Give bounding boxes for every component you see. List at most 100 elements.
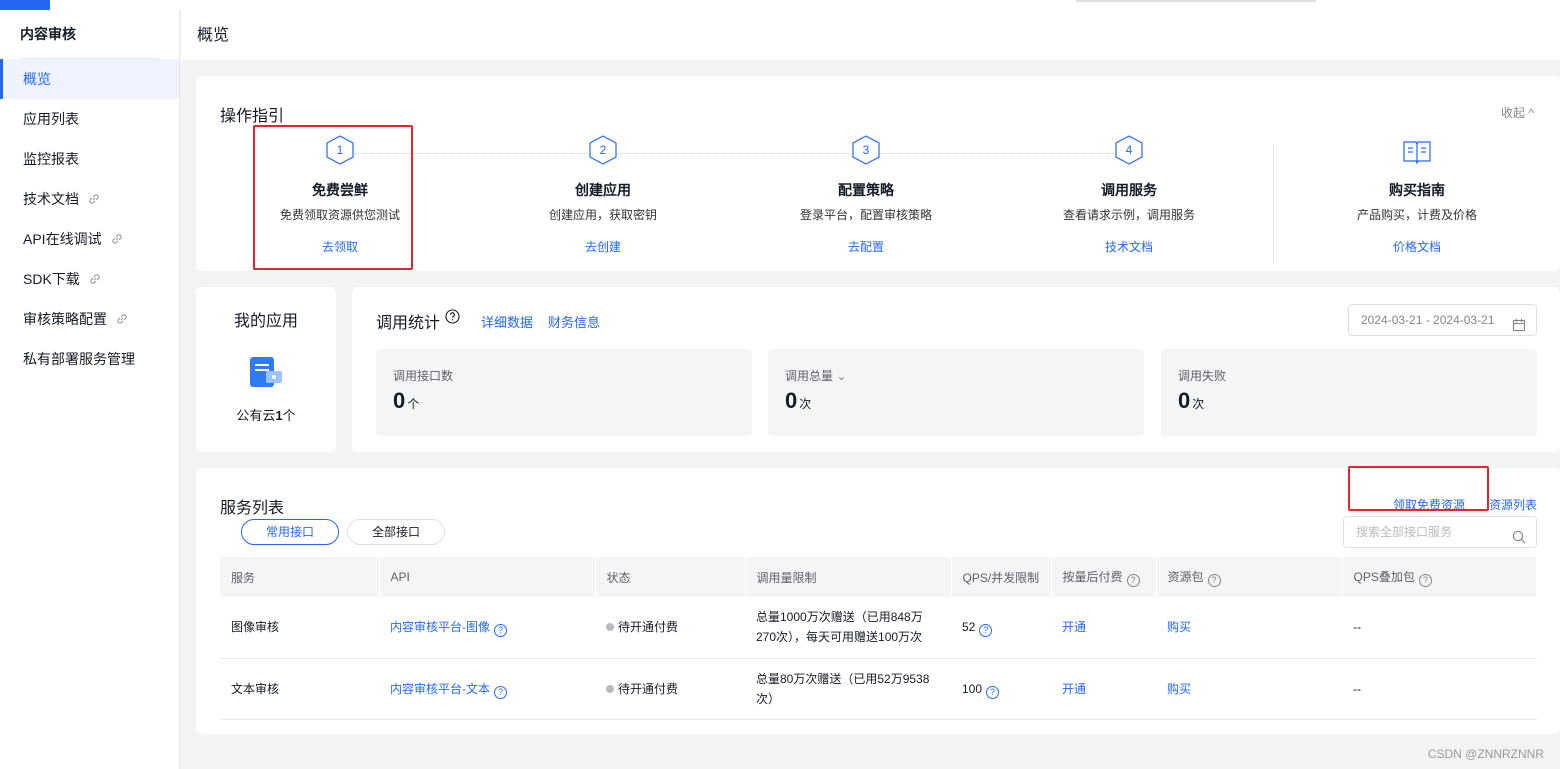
sidebar-item-sdk[interactable]: SDK下载 [0, 259, 179, 299]
app-count-value: 1 [275, 408, 283, 423]
sidebar-item-label: 私有部署服务管理 [23, 351, 135, 367]
enable-link[interactable]: 开通 [1062, 682, 1086, 696]
sidebar-item-label: SDK下载 [23, 271, 80, 287]
stat-number: 0 [785, 388, 798, 413]
guide-card: 操作指引 收起 ^ 1 免费尝鲜 免费领取资源供您测试 去领取 2 创建应用 创… [196, 76, 1560, 271]
date-range-picker[interactable]: 2024-03-21 - 2024-03-21 [1348, 304, 1537, 336]
cell-status: 待开通付费 [595, 597, 745, 659]
sidebar: 内容审核 概览 应用列表 监控报表 技术文档 API在线调试 SDK下载 审核策… [0, 10, 180, 769]
stat-number: 0 [393, 388, 406, 413]
watermark: CSDN @ZNNRZNNR [1427, 747, 1544, 761]
status-text: 待开通付费 [618, 681, 679, 696]
table-row: 文本审核 内容审核平台-文本? 待开通付费 总量80万次赠送（已用52万9538… [220, 658, 1537, 720]
help-icon[interactable]: ? [1418, 573, 1432, 587]
book-icon [1402, 134, 1432, 166]
stat-api-count: 调用接口数 0个 [376, 349, 752, 436]
steps-connector [341, 153, 1131, 154]
help-icon[interactable]: ? [1126, 573, 1140, 587]
step-number: 3 [862, 143, 870, 157]
stat-total-calls: 调用总量 ⌄ 0次 [768, 349, 1144, 436]
stat-value: 0次 [785, 388, 811, 414]
buy-link[interactable]: 购买 [1167, 682, 1191, 696]
app-count-label: 公有云 [236, 408, 276, 423]
chevron-down-icon: ⌄ [833, 369, 847, 383]
column-header: API [379, 557, 596, 597]
help-icon[interactable]: ? [494, 685, 507, 699]
cell-qps: 52? [951, 597, 1051, 659]
help-icon[interactable]: ? [986, 685, 1000, 699]
step-number: 2 [599, 143, 607, 157]
table-row: 图像审核 内容审核平台-图像? 待开通付费 总量1000万次赠送（已用848万2… [220, 597, 1537, 659]
hexagon-icon: 2 [588, 134, 618, 166]
cell-qps: 100? [951, 658, 1051, 720]
top-search-edge[interactable] [1076, 0, 1316, 2]
finance-info-link[interactable]: 财务信息 [548, 312, 600, 331]
column-header-text: 按量后付费 [1062, 569, 1123, 584]
my-apps-card: 我的应用 公有云1个 [196, 287, 336, 452]
app-count-unit: 个 [282, 408, 296, 423]
api-search-input[interactable]: 搜索全部接口服务 [1343, 516, 1537, 548]
api-link[interactable]: 内容审核平台-图像 [390, 620, 490, 634]
stats-title: 调用统计 [376, 315, 441, 332]
step-create-app: 2 创建应用 创建应用，获取密钥 去创建 [503, 134, 703, 255]
column-header: QPS叠加包? [1342, 557, 1537, 597]
brand-tab[interactable] [0, 0, 50, 10]
cell-limit: 总量80万次赠送（已用52万9538次） [745, 658, 951, 720]
sidebar-item-label: 概览 [23, 71, 51, 87]
external-link-icon [115, 301, 129, 341]
help-icon[interactable]: ? [1207, 573, 1221, 587]
sidebar-item-overview[interactable]: 概览 [0, 59, 179, 99]
step-link[interactable]: 去配置 [766, 238, 966, 255]
step-buy-guide: 购买指南 产品购买，计费及价格 价格文档 [1317, 134, 1517, 255]
step-desc: 创建应用，获取密钥 [548, 208, 657, 222]
step-title: 购买指南 [1389, 182, 1445, 198]
help-icon[interactable] [445, 309, 460, 327]
resource-list-link[interactable]: 资源列表 [1489, 496, 1537, 513]
status-dot-icon [606, 684, 614, 693]
cell-qps-pack: -- [1342, 597, 1537, 659]
sidebar-item-docs[interactable]: 技术文档 [0, 179, 179, 219]
sidebar-item-monitor[interactable]: 监控报表 [0, 139, 179, 179]
step-desc: 登录平台，配置审核策略 [799, 208, 932, 222]
enable-link[interactable]: 开通 [1062, 620, 1086, 634]
date-range-value: 2024-03-21 - 2024-03-21 [1361, 313, 1495, 327]
help-icon[interactable]: ? [494, 624, 507, 638]
external-link-icon [110, 221, 124, 261]
column-header: 资源包? [1156, 557, 1343, 597]
sidebar-item-label: 技术文档 [23, 191, 79, 207]
column-header: 服务 [220, 557, 380, 597]
app-count: 公有云1个 [196, 405, 336, 424]
detail-data-link[interactable]: 详细数据 [481, 312, 533, 331]
sidebar-item-app-list[interactable]: 应用列表 [0, 99, 179, 139]
calendar-icon [1512, 313, 1526, 343]
step-desc: 产品购买，计费及价格 [1356, 208, 1477, 222]
tab-all-apis[interactable]: 全部接口 [347, 519, 445, 545]
step-link[interactable]: 去创建 [503, 238, 703, 255]
collapse-button[interactable]: 收起 ^ [1501, 104, 1534, 121]
step-link[interactable]: 技术文档 [1029, 238, 1229, 255]
sidebar-item-policy[interactable]: 审核策略配置 [0, 299, 179, 339]
help-icon[interactable]: ? [979, 624, 993, 638]
stat-unit: 次 [799, 397, 812, 411]
cell-package: 购买 [1156, 597, 1342, 659]
cell-postpaid: 开通 [1051, 658, 1156, 720]
sidebar-item-label: 应用列表 [23, 111, 79, 127]
buy-link[interactable]: 购买 [1167, 620, 1191, 634]
column-header: QPS/并发限制 [951, 557, 1052, 597]
status-text: 待开通付费 [618, 620, 679, 635]
sidebar-item-private-deploy[interactable]: 私有部署服务管理 [0, 339, 179, 379]
search-icon[interactable] [1512, 525, 1526, 555]
service-table: 服务 API 状态 调用量限制 QPS/并发限制 按量后付费? 资源包? QPS… [220, 557, 1537, 720]
cell-status: 待开通付费 [595, 658, 745, 720]
step-config-policy: 3 配置策略 登录平台，配置审核策略 去配置 [766, 134, 966, 255]
stat-label[interactable]: 调用总量 ⌄ [785, 367, 846, 384]
search-placeholder: 搜索全部接口服务 [1356, 525, 1453, 539]
step-link[interactable]: 价格文档 [1317, 238, 1517, 255]
stat-value: 0次 [1178, 388, 1204, 414]
page-title: 概览 [181, 10, 1560, 60]
sidebar-item-api-debug[interactable]: API在线调试 [0, 219, 179, 259]
service-list-title: 服务列表 [220, 500, 285, 517]
stat-failed-calls: 调用失败 0次 [1161, 349, 1537, 436]
api-link[interactable]: 内容审核平台-文本 [390, 682, 490, 696]
tab-common-apis[interactable]: 常用接口 [241, 519, 339, 545]
